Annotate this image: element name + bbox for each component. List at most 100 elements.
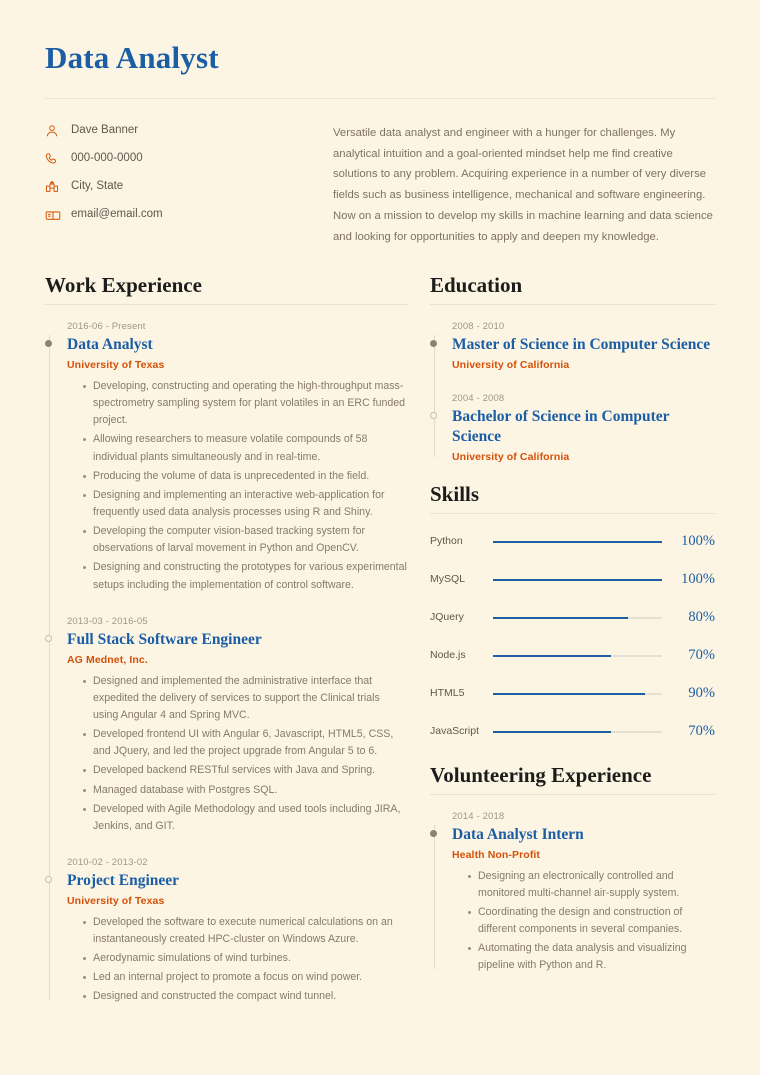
- list-item: Producing the volume of data is unpreced…: [83, 468, 408, 485]
- page-title: Data Analyst: [45, 40, 219, 75]
- entry-date: 2008 - 2010: [452, 321, 505, 333]
- header-divider: [45, 97, 715, 99]
- summary-text: Versatile data analyst and engineer with…: [333, 126, 713, 244]
- skill-row: Node.js 70%: [430, 644, 715, 668]
- timeline-dot-filled: [430, 829, 437, 837]
- list-item: Coordinating the design and construction…: [468, 904, 715, 938]
- entry-bullet-list: Developing, constructing and operating t…: [67, 378, 408, 594]
- skill-bar-track: [493, 540, 662, 543]
- skill-bar-fill: [493, 616, 629, 619]
- main-columns: Work Experience 2016-06 - Present Data A…: [45, 272, 715, 1026]
- entry-organization: Health Non-Profit: [452, 848, 541, 861]
- section-title-work: Work Experience: [45, 272, 202, 297]
- contact-item-name: Dave Banner: [45, 123, 325, 139]
- list-item: Designed and constructed the compact win…: [83, 988, 408, 1005]
- resume-page: Data Analyst Dave Banner 000-000-0000 Ci…: [0, 0, 760, 1075]
- list-item: Designing and constructing the prototype…: [83, 559, 408, 593]
- skill-name: JQuery: [430, 611, 464, 624]
- entry-bullet-list: Designed and implemented the administrat…: [67, 673, 408, 835]
- list-item: Designing and implementing an interactiv…: [83, 487, 408, 521]
- work-timeline: 2016-06 - Present Data Analyst Universit…: [45, 321, 408, 1006]
- left-column: Work Experience 2016-06 - Present Data A…: [45, 272, 430, 1026]
- skill-percent-label: 70%: [688, 647, 715, 664]
- work-entry: 2013-03 - 2016-05 Full Stack Software En…: [45, 615, 408, 835]
- education-timeline: 2008 - 2010 Master of Science in Compute…: [430, 321, 715, 463]
- list-item: Developed with Agile Methodology and use…: [83, 801, 408, 835]
- timeline-dot-filled: [430, 340, 437, 348]
- person-icon: [45, 123, 63, 138]
- skill-percent-label: 100%: [681, 571, 715, 588]
- contact-item-email: email@email.com: [45, 207, 325, 223]
- timeline-dot-hollow: [45, 634, 52, 642]
- timeline-dot-hollow: [45, 876, 52, 884]
- timeline-dot-hollow: [430, 411, 437, 419]
- entry-date: 2014 - 2018: [452, 810, 505, 822]
- skill-percent-label: 90%: [688, 685, 715, 702]
- entry-title: Data Analyst: [67, 336, 153, 354]
- list-item: Developed backend RESTful services with …: [83, 762, 408, 779]
- skill-bar-fill: [493, 578, 662, 581]
- section-title-skills: Skills: [430, 481, 480, 506]
- section-divider: [430, 304, 715, 306]
- contact-item-phone: 000-000-0000: [45, 151, 325, 167]
- entry-title: Master of Science in Computer Science: [452, 336, 711, 354]
- resume-header: Data Analyst: [45, 40, 715, 99]
- skill-name: JavaScript: [430, 725, 480, 738]
- contact-list: Dave Banner 000-000-0000 City, State ema…: [45, 123, 325, 248]
- skill-row: MySQL 100%: [430, 568, 715, 592]
- volunteering-timeline: 2014 - 2018 Data Analyst Intern Health N…: [430, 811, 715, 975]
- skill-row: JQuery 80%: [430, 606, 715, 630]
- section-skills: Skills Python 100% MySQL 100% JQuery 80%…: [430, 481, 715, 744]
- entry-title: Data Analyst Intern: [452, 825, 584, 843]
- skill-bar-fill: [493, 730, 612, 733]
- contact-location-text: City, State: [71, 179, 124, 192]
- section-divider: [430, 512, 715, 514]
- list-item: Led an internal project to promote a foc…: [83, 969, 408, 986]
- location-icon: [45, 179, 63, 194]
- contact-phone-text: 000-000-0000: [71, 151, 143, 164]
- education-entry: 2004 - 2008 Bachelor of Science in Compu…: [430, 392, 715, 463]
- skill-name: Python: [430, 535, 463, 548]
- skill-bar-track: [493, 730, 662, 733]
- entry-date: 2016-06 - Present: [67, 321, 146, 333]
- skill-percent-label: 100%: [681, 533, 715, 550]
- list-item: Aerodynamic simulations of wind turbines…: [83, 950, 408, 967]
- entry-organization: University of California: [452, 450, 570, 463]
- skills-list: Python 100% MySQL 100% JQuery 80% Node.j…: [430, 530, 715, 744]
- list-item: Managed database with Postgres SQL.: [83, 782, 408, 799]
- skill-name: Node.js: [430, 649, 466, 662]
- entry-date: 2013-03 - 2016-05: [67, 615, 148, 627]
- entry-title: Bachelor of Science in Computer Science: [452, 407, 670, 445]
- list-item: Developed frontend UI with Angular 6, Ja…: [83, 726, 408, 760]
- work-entry: 2016-06 - Present Data Analyst Universit…: [45, 321, 408, 594]
- skill-bar-track: [493, 654, 662, 657]
- education-entry: 2008 - 2010 Master of Science in Compute…: [430, 321, 715, 371]
- timeline-dot-filled: [45, 340, 52, 348]
- section-education: Education 2008 - 2010 Master of Science …: [430, 273, 715, 463]
- contact-email-text: email@email.com: [71, 207, 163, 220]
- list-item: Automating the data analysis and visuali…: [468, 940, 715, 974]
- skill-name: HTML5: [430, 687, 465, 700]
- skill-percent-label: 70%: [688, 723, 715, 740]
- mailbox-icon: [45, 207, 63, 222]
- section-title-volunteering: Volunteering Experience: [430, 762, 652, 787]
- entry-bullet-list: Designing an electronically controlled a…: [452, 868, 715, 975]
- skill-row: HTML5 90%: [430, 682, 715, 706]
- list-item: Developing, constructing and operating t…: [83, 378, 408, 429]
- contact-item-location: City, State: [45, 179, 325, 195]
- entry-date: 2010-02 - 2013-02: [67, 857, 148, 869]
- contact-name-text: Dave Banner: [71, 123, 139, 136]
- skill-bar-track: [493, 616, 662, 619]
- skill-percent-label: 80%: [688, 609, 715, 626]
- right-column: Education 2008 - 2010 Master of Science …: [430, 273, 715, 1026]
- list-item: Designing an electronically controlled a…: [468, 868, 715, 902]
- entry-organization: University of California: [452, 358, 570, 371]
- list-item: Developing the computer vision-based tra…: [83, 523, 408, 557]
- skill-bar-fill: [493, 654, 612, 657]
- entry-date: 2004 - 2008: [452, 392, 505, 404]
- contact-summary-zone: Dave Banner 000-000-0000 City, State ema…: [45, 123, 715, 248]
- entry-organization: AG Mednet, Inc.: [67, 653, 148, 666]
- volunteering-entry: 2014 - 2018 Data Analyst Intern Health N…: [430, 810, 715, 975]
- section-divider: [430, 793, 715, 795]
- skill-bar-track: [493, 692, 662, 695]
